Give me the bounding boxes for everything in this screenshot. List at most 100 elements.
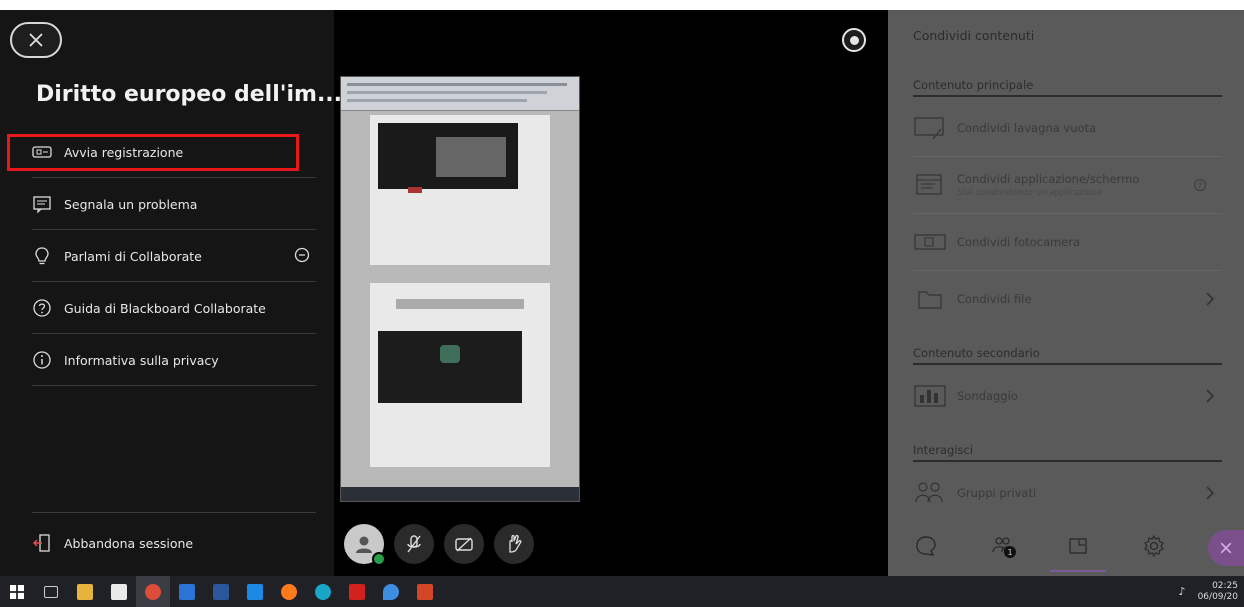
taskbar-app[interactable] [238, 576, 272, 607]
windows-taskbar: ♪ 02:25 06/09/20 [0, 576, 1244, 607]
screen-share-icon [913, 172, 947, 198]
share-file-button[interactable]: Condividi file [913, 271, 1222, 327]
taskbar-word[interactable] [204, 576, 238, 607]
chevron-right-icon [1206, 486, 1215, 500]
windows-logo-icon [10, 584, 24, 599]
menu-item-label: Informativa sulla privacy [64, 352, 219, 368]
mic-muted-icon [407, 535, 421, 553]
collaborate-panel-tabs: 1 [888, 516, 1244, 576]
windows-start-button[interactable] [0, 576, 34, 607]
section-secondary-content: Contenuto secondario [913, 346, 1040, 360]
taskbar-dropbox[interactable] [170, 576, 204, 607]
menu-item-start-recording[interactable]: Avvia registrazione [0, 126, 334, 178]
stop-icon [849, 35, 859, 45]
tab-settings[interactable] [1116, 516, 1192, 576]
task-view-button[interactable] [34, 576, 68, 607]
divider [32, 385, 316, 386]
leave-session-label: Abbandona sessione [64, 535, 194, 551]
document-page [370, 115, 550, 265]
item-sublabel: Stai condividendo un'applicazione [957, 188, 1103, 198]
taskbar-explorer[interactable] [68, 576, 102, 607]
breakout-groups-button[interactable]: Gruppi privati [913, 465, 1222, 521]
camera-button[interactable] [444, 524, 484, 564]
menu-item-about-collaborate[interactable]: Parlami di Collaborate [0, 230, 334, 282]
item-label: Condividi applicazione/schermo [957, 172, 1140, 186]
avatar-icon [356, 536, 372, 553]
taskbar-paint[interactable] [374, 576, 408, 607]
chevron-right-icon [1206, 389, 1215, 403]
firefox-icon [281, 583, 297, 600]
section-underline [913, 460, 1222, 462]
clock-time: 02:25 [1212, 580, 1238, 591]
info-icon [32, 350, 52, 370]
share-camera-button[interactable]: Condividi fotocamera [913, 214, 1222, 270]
close-panel-button[interactable] [1208, 530, 1244, 566]
share-content-icon [1069, 538, 1087, 554]
menu-item-label: Guida di Blackboard Collaborate [64, 300, 266, 316]
session-menu-panel: Diritto europeo dell'im... Avvia registr… [0, 10, 342, 576]
tab-participants[interactable]: 1 [964, 516, 1040, 576]
mini-taskbar [341, 487, 579, 501]
session-title: Diritto europeo dell'im... [36, 82, 343, 107]
menu-item-blackboard-guide[interactable]: Guida di Blackboard Collaborate [0, 282, 334, 334]
taskbar-powerpoint[interactable] [408, 576, 442, 607]
session-menu-list: Avvia registrazione Segnala un problema … [0, 126, 334, 386]
document-toolbar [341, 77, 579, 111]
leave-session-button[interactable]: Abbandona sessione [0, 513, 334, 573]
taskbar-chrome[interactable] [136, 576, 170, 607]
taskbar-acrobat[interactable] [340, 576, 374, 607]
section-underline [913, 95, 1222, 97]
raise-hand-button[interactable] [494, 524, 534, 564]
paint-drop-icon [383, 583, 399, 600]
camera-icon [913, 229, 947, 255]
share-application-button[interactable]: Condividi applicazione/schermo Stai cond… [913, 157, 1222, 213]
app-icon [247, 583, 263, 600]
menu-item-privacy-policy[interactable]: Informativa sulla privacy [0, 334, 334, 386]
section-interact: Interagisci [913, 443, 974, 457]
collapse-icon[interactable] [294, 247, 310, 263]
close-icon [1220, 542, 1232, 554]
help-icon [32, 298, 52, 318]
chat-icon [916, 536, 936, 556]
help-circle-icon[interactable]: ? [1194, 179, 1206, 191]
media-controls [344, 524, 534, 566]
groups-icon [913, 480, 947, 506]
system-tray: ♪ 02:25 06/09/20 [1179, 576, 1238, 607]
gear-icon [1144, 534, 1164, 558]
raise-hand-icon [509, 534, 522, 553]
tab-share-content[interactable] [1040, 516, 1116, 576]
close-icon [29, 33, 43, 47]
folder-icon [77, 583, 93, 600]
poll-icon [913, 383, 947, 409]
tab-chat[interactable] [888, 516, 964, 576]
panel-title: Condividi contenuti [913, 28, 1035, 43]
dropbox-icon [179, 583, 195, 600]
network-icon[interactable]: ♪ [1179, 585, 1186, 598]
stop-sharing-button[interactable] [842, 28, 866, 52]
share-whiteboard-button[interactable]: Condividi lavagna vuota [913, 100, 1222, 156]
taskbar-store[interactable] [102, 576, 136, 607]
acrobat-icon [349, 583, 365, 600]
clock-date: 06/09/20 [1197, 591, 1238, 602]
section-primary-content: Contenuto principale [913, 78, 1034, 92]
poll-button[interactable]: Sondaggio [913, 368, 1222, 424]
lightbulb-icon [32, 246, 52, 266]
my-avatar-button[interactable] [344, 524, 386, 566]
edge-icon [315, 583, 331, 600]
section-underline [913, 363, 1222, 365]
whiteboard-icon [913, 115, 947, 141]
taskbar-edge[interactable] [306, 576, 340, 607]
menu-item-label: Avvia registrazione [64, 144, 184, 160]
clock[interactable]: 02:25 06/09/20 [1198, 581, 1238, 603]
collaborate-stage: Diritto europeo dell'im... Avvia registr… [0, 10, 1244, 576]
record-icon [32, 142, 52, 162]
menu-item-label: Segnala un problema [64, 196, 198, 212]
close-menu-button[interactable] [10, 22, 62, 58]
taskbar-firefox[interactable] [272, 576, 306, 607]
microphone-button[interactable] [394, 524, 434, 564]
word-icon [213, 583, 229, 600]
menu-item-report-problem[interactable]: Segnala un problema [0, 178, 334, 230]
store-icon [111, 583, 127, 600]
share-content-panel: Condividi contenuti Contenuto principale… [888, 10, 1244, 576]
report-problem-icon [32, 194, 52, 214]
